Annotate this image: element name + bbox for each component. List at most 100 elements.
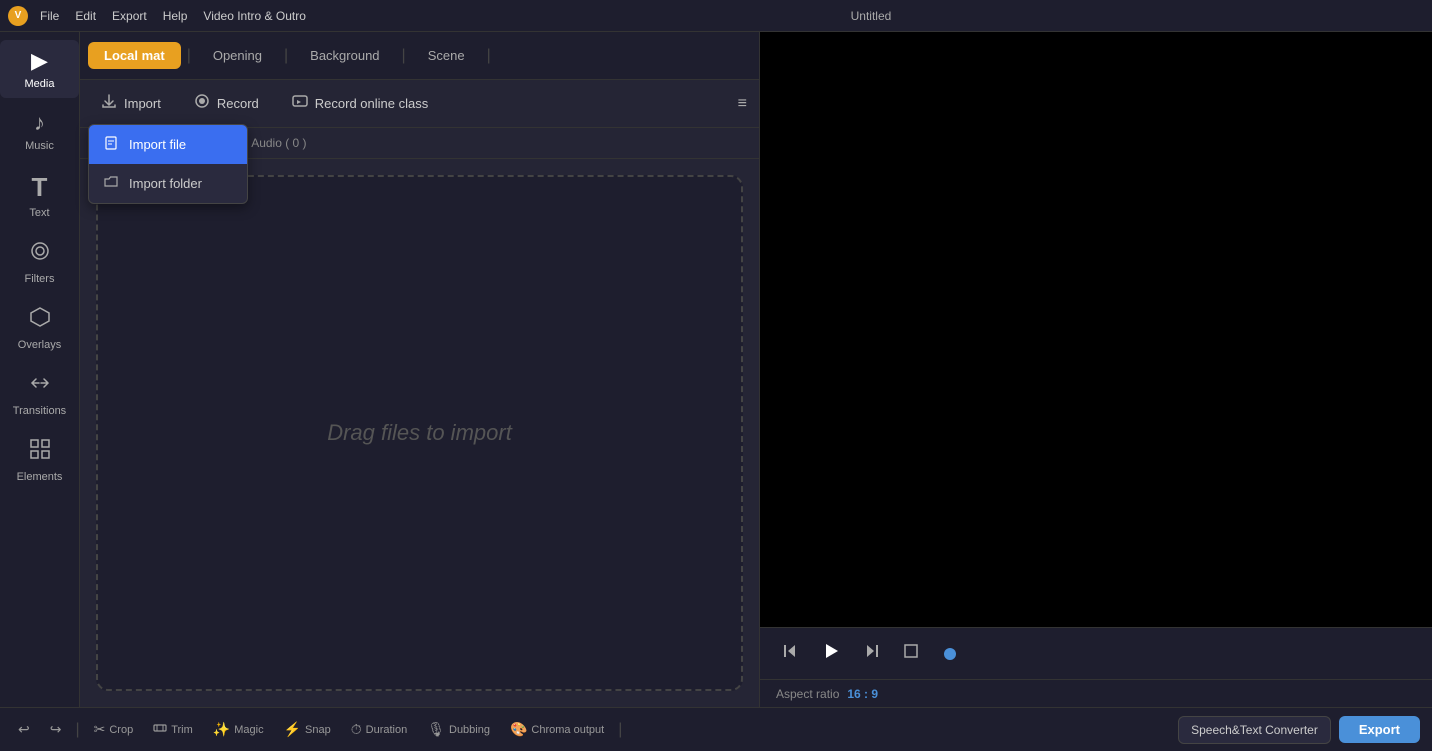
- sidebar-item-filters[interactable]: Filters: [0, 231, 79, 293]
- sidebar-item-transitions[interactable]: Transitions: [0, 363, 79, 425]
- record-online-button[interactable]: Record online class: [283, 88, 436, 119]
- import-dropdown: Import file Import folder: [88, 124, 248, 204]
- menu-help[interactable]: Help: [163, 9, 188, 23]
- import-button[interactable]: Import: [92, 88, 169, 119]
- preview-panel: Aspect ratio 16 : 9: [760, 32, 1432, 707]
- chroma-tool[interactable]: 🎨 Chroma output: [504, 717, 610, 742]
- sidebar-item-elements[interactable]: Elements: [0, 429, 79, 491]
- trim-icon: [153, 721, 167, 738]
- import-icon: [100, 92, 118, 115]
- magic-label: Magic: [234, 724, 263, 736]
- dubbing-icon: 🎙: [427, 721, 445, 738]
- tab-sep-2: |: [282, 47, 290, 65]
- media-panel: Local mat | Opening | Background | Scene…: [80, 32, 760, 707]
- tab-scene[interactable]: Scene: [412, 42, 481, 69]
- record-online-label: Record online class: [315, 96, 428, 111]
- sidebar-item-music[interactable]: ♪ Music: [0, 102, 79, 160]
- import-folder-label: Import folder: [129, 176, 202, 191]
- duration-tool[interactable]: ⏱ Duration: [345, 717, 414, 742]
- menu-export[interactable]: Export: [112, 9, 147, 23]
- dropdown-import-file[interactable]: Import file: [89, 125, 247, 164]
- dropdown-import-folder[interactable]: Import folder: [89, 164, 247, 203]
- crop-label: Crop: [109, 724, 133, 736]
- tabs-bar: Local mat | Opening | Background | Scene…: [80, 32, 759, 80]
- record-icon: [193, 92, 211, 115]
- sidebar-item-label-overlays: Overlays: [18, 339, 61, 351]
- sidebar-item-label-music: Music: [25, 140, 54, 152]
- aspect-ratio-label: Aspect ratio: [776, 687, 839, 701]
- folder-icon: [103, 174, 119, 193]
- subtab-audio[interactable]: Audio ( 0 ): [245, 134, 312, 152]
- text-icon: T: [32, 172, 48, 203]
- sidebar-item-overlays[interactable]: Overlays: [0, 297, 79, 359]
- record-online-icon: [291, 92, 309, 115]
- tab-opening[interactable]: Opening: [197, 42, 278, 69]
- duration-icon: ⏱: [351, 721, 362, 738]
- sidebar-item-label-filters: Filters: [25, 273, 55, 285]
- menu-bar: File Edit Export Help Video Intro & Outr…: [40, 9, 306, 23]
- preview-area: [760, 32, 1432, 627]
- drop-zone-text: Drag files to import: [327, 420, 512, 446]
- tab-background[interactable]: Background: [294, 42, 395, 69]
- tab-sep-4: |: [485, 47, 493, 65]
- stop-button[interactable]: [898, 638, 924, 669]
- undo-icon: ↩: [18, 721, 30, 738]
- aspect-ratio-value: 16 : 9: [847, 687, 878, 701]
- chroma-label: Chroma output: [531, 724, 604, 736]
- menu-file[interactable]: File: [40, 9, 59, 23]
- menu-video-intro[interactable]: Video Intro & Outro: [203, 9, 306, 23]
- record-button[interactable]: Record: [185, 88, 267, 119]
- chroma-icon: 🎨: [510, 721, 527, 738]
- sidebar-item-media[interactable]: ▶ Media: [0, 40, 79, 98]
- transitions-icon: [28, 371, 52, 401]
- tab-sep-3: |: [400, 47, 408, 65]
- media-icon: ▶: [31, 48, 48, 74]
- tab-sep-1: |: [185, 47, 193, 65]
- speech-text-button[interactable]: Speech&Text Converter: [1178, 716, 1331, 744]
- app-logo: V: [8, 6, 28, 26]
- elements-icon: [28, 437, 52, 467]
- dubbing-tool[interactable]: 🎙 Dubbing: [421, 717, 496, 742]
- snap-icon: ⚡: [284, 721, 301, 738]
- filters-icon: [28, 239, 52, 269]
- import-label: Import: [124, 96, 161, 111]
- preview-controls: [760, 627, 1432, 679]
- menu-edit[interactable]: Edit: [75, 9, 96, 23]
- list-view-icon[interactable]: ≡: [738, 95, 747, 113]
- dubbing-label: Dubbing: [449, 724, 490, 736]
- undo-button[interactable]: ↩: [12, 717, 36, 742]
- toolbar: Import Record Record onl: [80, 80, 759, 128]
- magic-icon: ✨: [213, 721, 230, 738]
- play-button[interactable]: [816, 636, 846, 672]
- trim-label: Trim: [171, 724, 193, 736]
- duration-label: Duration: [366, 724, 408, 736]
- file-icon: [103, 135, 119, 154]
- trim-tool[interactable]: Trim: [147, 717, 199, 742]
- bottom-sep-2: |: [618, 721, 622, 739]
- crop-tool[interactable]: ✂ Crop: [88, 717, 140, 742]
- snap-label: Snap: [305, 724, 331, 736]
- prev-button[interactable]: [776, 637, 804, 670]
- redo-icon: ↪: [50, 721, 62, 738]
- crop-icon: ✂: [94, 721, 106, 738]
- export-button[interactable]: Export: [1339, 716, 1420, 743]
- title-bar: V File Edit Export Help Video Intro & Ou…: [0, 0, 1432, 32]
- sidebar-item-label-text: Text: [29, 207, 49, 219]
- sidebar-item-label-transitions: Transitions: [13, 405, 66, 417]
- sidebar-item-text[interactable]: T Text: [0, 164, 79, 227]
- aspect-ratio-bar: Aspect ratio 16 : 9: [760, 679, 1432, 707]
- overlays-icon: [28, 305, 52, 335]
- drop-zone[interactable]: Drag files to import: [96, 175, 743, 691]
- snap-tool[interactable]: ⚡ Snap: [278, 717, 337, 742]
- main-layout: ▶ Media ♪ Music T Text Filters: [0, 32, 1432, 707]
- import-file-label: Import file: [129, 137, 186, 152]
- music-icon: ♪: [34, 110, 45, 136]
- sidebar-item-label-elements: Elements: [17, 471, 63, 483]
- progress-indicator: [944, 648, 956, 660]
- next-button[interactable]: [858, 637, 886, 670]
- magic-tool[interactable]: ✨ Magic: [207, 717, 270, 742]
- tab-local-mat[interactable]: Local mat: [88, 42, 181, 69]
- redo-button[interactable]: ↪: [44, 717, 68, 742]
- sidebar-item-label-media: Media: [25, 78, 55, 90]
- bottom-bar: ↩ ↪ | ✂ Crop Trim ✨ Magic ⚡ Snap ⏱ Durat…: [0, 707, 1432, 751]
